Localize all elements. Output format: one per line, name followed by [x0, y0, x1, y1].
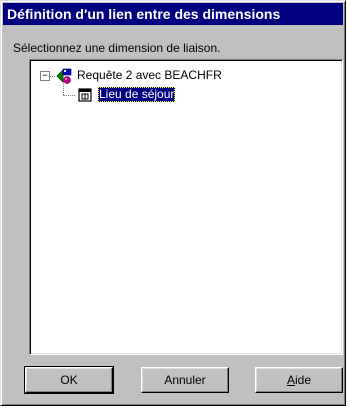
help-button[interactable]: Aide: [255, 367, 343, 393]
query-icon: [56, 68, 72, 84]
cancel-button[interactable]: Annuler: [141, 367, 229, 393]
dimension-tree[interactable]: − Requête 2 avec BEACHFR Lieu de séjour: [29, 59, 343, 355]
collapse-icon[interactable]: −: [40, 71, 50, 81]
help-accel: A: [286, 372, 295, 387]
tree-connector: [63, 82, 64, 95]
dimension-icon: [78, 88, 92, 102]
dialog-window: Définition d'un lien entre des dimension…: [0, 0, 346, 406]
help-label-rest: ide: [295, 372, 312, 387]
ok-button[interactable]: OK: [24, 366, 114, 394]
title-bar: Définition d'un lien entre des dimension…: [3, 3, 343, 25]
tree-item-dimension[interactable]: Lieu de séjour: [98, 87, 176, 102]
prompt-text: Sélectionnez une dimension de liaison.: [13, 41, 221, 55]
tree-connector: [63, 95, 75, 96]
tree-item-query[interactable]: Requête 2 avec BEACHFR: [77, 68, 222, 82]
